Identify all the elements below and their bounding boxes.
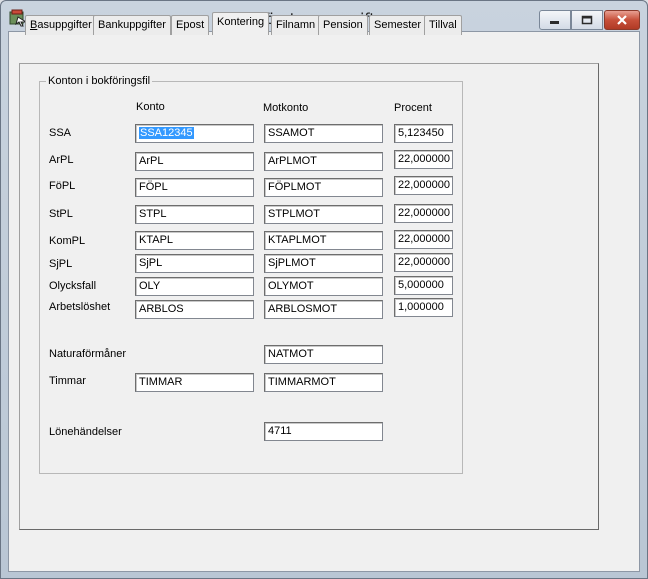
label-sjpl: SjPL <box>49 258 73 270</box>
konto-field-ssa[interactable]: SSA12345 <box>135 124 254 143</box>
tab-basuppgifter[interactable]: Basuppgifter <box>25 15 97 35</box>
minimize-button[interactable] <box>539 10 571 30</box>
label-lonehandelser: Lönehändelser <box>49 426 122 438</box>
motkonto-field-timmar[interactable]: TIMMARMOT <box>264 373 383 392</box>
maximize-button[interactable] <box>571 10 603 30</box>
konto-field-stpl[interactable]: STPL <box>135 205 254 224</box>
motkonto-field-lonehandelser[interactable]: 4711 <box>264 422 383 441</box>
tab-epost[interactable]: Epost <box>171 15 210 35</box>
procent-field-sjpl[interactable]: 22,000000 <box>394 253 453 272</box>
label-naturaformaner: Naturaförmåner <box>49 348 127 360</box>
selected-text: SSA12345 <box>139 127 194 139</box>
procent-field-arpl[interactable]: 22,000000 <box>394 150 453 169</box>
label-ssa: SSA <box>49 127 72 139</box>
motkonto-field-kompl[interactable]: KTAPLMOT <box>264 231 383 250</box>
groupbox-title: Konton i bokföringsfil <box>46 75 153 87</box>
motkonto-field-naturaformaner[interactable]: NATMOT <box>264 345 383 364</box>
konto-field-timmar[interactable]: TIMMAR <box>135 373 254 392</box>
maximize-icon <box>581 15 593 25</box>
tab-kontering[interactable]: Kontering <box>212 12 270 35</box>
label-kompl: KomPL <box>49 235 86 247</box>
konto-field-olycksfall[interactable]: OLY <box>135 277 254 296</box>
close-button[interactable] <box>604 10 640 30</box>
konto-field-arpl[interactable]: ArPL <box>135 152 254 171</box>
label-fopl: FöPL <box>49 180 76 192</box>
tab-pension[interactable]: Pension <box>318 15 368 35</box>
header-motkonto: Motkonto <box>263 102 309 114</box>
label-timmar: Timmar <box>49 375 86 387</box>
app-window: Företagsuppgifter Basuppgifter Bankuppgi… <box>0 0 648 579</box>
motkonto-field-ssa[interactable]: SSAMOT <box>264 124 383 143</box>
procent-field-olycksfall[interactable]: 5,000000 <box>394 276 453 295</box>
procent-field-arbetsloshet[interactable]: 1,000000 <box>394 298 453 317</box>
procent-field-stpl[interactable]: 22,000000 <box>394 204 453 223</box>
tab-label: Basuppgifter <box>30 19 92 31</box>
header-procent: Procent <box>394 102 432 114</box>
header-konto: Konto <box>136 101 165 113</box>
tab-bankuppgifter[interactable]: Bankuppgifter <box>93 15 171 35</box>
konto-field-kompl[interactable]: KTAPL <box>135 231 254 250</box>
motkonto-field-fopl[interactable]: FÖPLMOT <box>264 178 383 197</box>
tab-filnamn[interactable]: Filnamn <box>271 15 321 35</box>
label-stpl: StPL <box>49 208 73 220</box>
tab-semester[interactable]: Semester <box>369 15 427 35</box>
motkonto-field-olycksfall[interactable]: OLYMOT <box>264 277 383 296</box>
konto-field-fopl[interactable]: FÖPL <box>135 178 254 197</box>
motkonto-field-arbetsloshet[interactable]: ARBLOSMOT <box>264 300 383 319</box>
tab-tillval[interactable]: Tillval <box>424 15 462 35</box>
konto-field-arbetsloshet[interactable]: ARBLOS <box>135 300 254 319</box>
procent-field-fopl[interactable]: 22,000000 <box>394 176 453 195</box>
label-olycksfall: Olycksfall <box>49 280 97 292</box>
label-arbetsloshet: Arbetslöshet <box>49 301 111 313</box>
konto-field-sjpl[interactable]: SjPL <box>135 254 254 273</box>
motkonto-field-arpl[interactable]: ArPLMOT <box>264 152 383 171</box>
motkonto-field-sjpl[interactable]: SjPLMOT <box>264 254 383 273</box>
procent-field-ssa[interactable]: 5,123450 <box>394 124 453 143</box>
minimize-icon <box>550 21 559 24</box>
label-arpl: ArPL <box>49 154 74 166</box>
close-icon <box>617 15 627 25</box>
procent-field-kompl[interactable]: 22,000000 <box>394 230 453 249</box>
motkonto-field-stpl[interactable]: STPLMOT <box>264 205 383 224</box>
